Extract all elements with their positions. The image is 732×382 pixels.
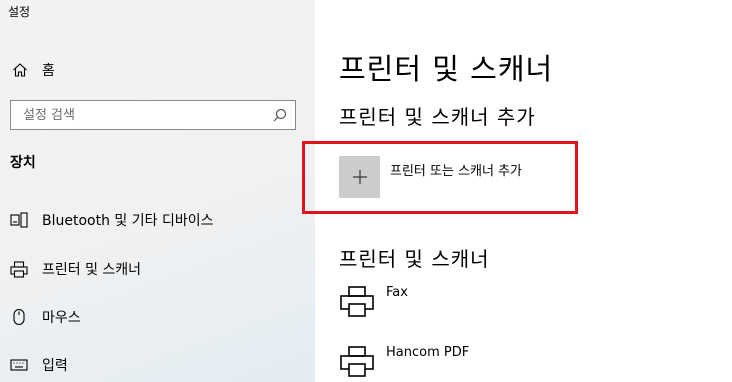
- add-section-title: 프린터 및 스캐너 추가: [339, 105, 536, 129]
- keyboard-icon: [10, 358, 28, 372]
- printer-icon: [10, 260, 28, 278]
- mouse-icon: [10, 308, 28, 326]
- sidebar-item-label: 홈: [42, 63, 55, 79]
- page-title: 프린터 및 스캐너: [339, 52, 554, 86]
- printer-name: Fax: [386, 285, 408, 300]
- search-icon[interactable]: [273, 108, 287, 122]
- home-icon: [12, 62, 28, 78]
- printer-list-title: 프린터 및 스캐너: [339, 247, 490, 271]
- sidebar-item-home[interactable]: 홈: [12, 59, 55, 81]
- printer-icon: [339, 346, 375, 378]
- sidebar-item-label: 마우스: [42, 310, 81, 326]
- section-title: 장치: [10, 155, 36, 171]
- sidebar-item-input[interactable]: 입력: [10, 353, 68, 377]
- search-box[interactable]: [10, 100, 296, 130]
- sidebar: 설정 홈 장치 Bluetooth 및 기타 디바이스: [0, 0, 315, 382]
- printer-icon: [339, 286, 375, 318]
- sidebar-item-label: Bluetooth 및 기타 디바이스: [42, 213, 214, 229]
- highlight-box: [302, 141, 578, 214]
- bluetooth-devices-icon: [10, 212, 28, 228]
- printer-item-fax[interactable]: Fax: [339, 285, 408, 318]
- printer-name: Hancom PDF: [386, 345, 470, 360]
- sidebar-item-label: 입력: [42, 358, 68, 374]
- search-input[interactable]: [23, 107, 263, 123]
- sidebar-item-bluetooth[interactable]: Bluetooth 및 기타 디바이스: [10, 208, 213, 232]
- printer-item-hancom-pdf[interactable]: Hancom PDF: [339, 345, 470, 378]
- window-title: 설정: [8, 5, 31, 19]
- sidebar-item-mouse[interactable]: 마우스: [10, 305, 81, 329]
- sidebar-item-printers[interactable]: 프린터 및 스캐너: [10, 257, 141, 281]
- sidebar-item-label: 프린터 및 스캐너: [42, 262, 142, 278]
